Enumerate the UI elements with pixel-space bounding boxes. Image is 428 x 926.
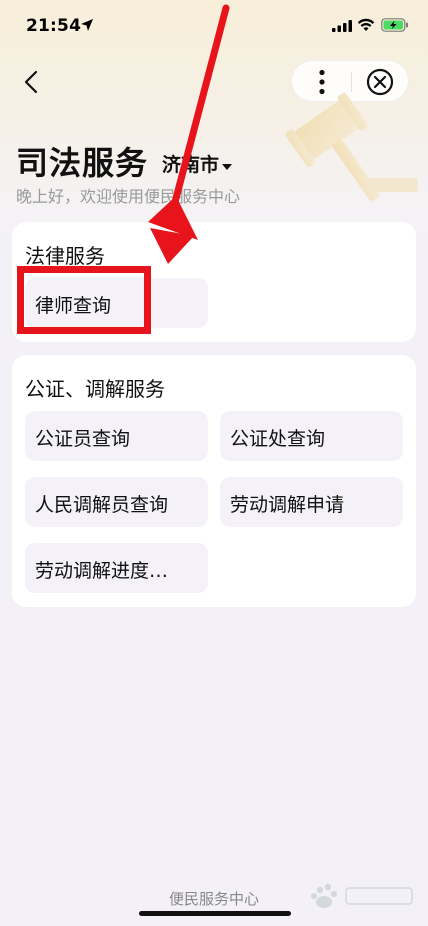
service-label: 劳动调解进度…	[35, 560, 169, 582]
notary-office-search-button[interactable]: 公证处查询	[220, 411, 403, 461]
gavel-decor-icon	[286, 92, 418, 201]
back-button[interactable]	[18, 66, 46, 98]
battery-charging-icon	[381, 18, 408, 32]
service-label: 公证员查询	[35, 428, 131, 450]
screen: 21:54 司法服务 济南市 晚上好，欢迎使用便民服务中心 法律服务 律师查询 …	[0, 0, 428, 926]
status-time: 21:54	[26, 16, 82, 36]
annotation-arrow-icon	[148, 4, 230, 264]
section-title: 公证、调解服务	[25, 377, 165, 401]
notary-mediation-card: 公证、调解服务 公证员查询 公证处查询 人民调解员查询 劳动调解申请 劳动调解进…	[12, 355, 416, 607]
notary-search-button[interactable]: 公证员查询	[25, 411, 208, 461]
home-indicator	[139, 911, 291, 916]
labor-mediation-progress-button[interactable]: 劳动调解进度…	[25, 543, 208, 593]
annotation-highlight-box	[17, 266, 151, 334]
service-label: 劳动调解申请	[230, 494, 345, 516]
baidu-watermark-icon	[311, 883, 413, 908]
labor-mediation-apply-button[interactable]: 劳动调解申请	[220, 477, 403, 527]
location-arrow-icon	[81, 19, 93, 31]
mediator-search-button[interactable]: 人民调解员查询	[25, 477, 208, 527]
signal-icon	[332, 20, 352, 32]
page-title: 司法服务	[16, 144, 149, 182]
wifi-icon	[357, 18, 375, 31]
service-label: 公证处查询	[230, 428, 326, 450]
section-title: 法律服务	[25, 244, 105, 268]
service-label: 人民调解员查询	[35, 494, 169, 516]
